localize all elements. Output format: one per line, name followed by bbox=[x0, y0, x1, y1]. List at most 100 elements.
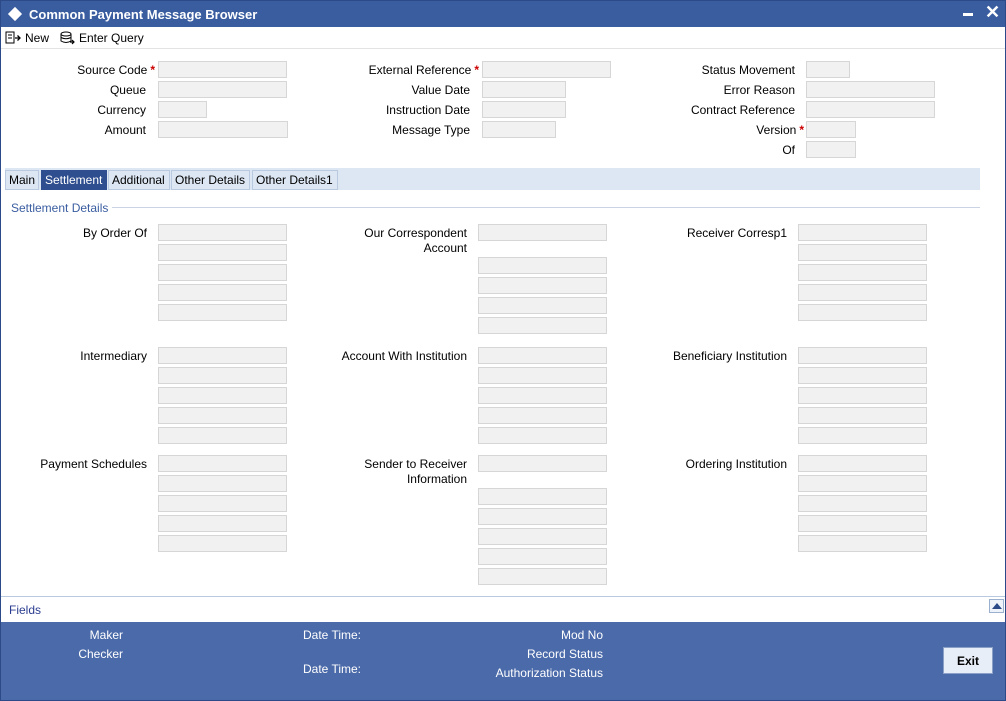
required-mark: * bbox=[799, 123, 804, 137]
enter-query-button[interactable]: Enter Query bbox=[59, 29, 144, 47]
receiver-corresp1-label: Receiver Corresp1 bbox=[686, 226, 787, 240]
of-label: Of bbox=[782, 143, 795, 157]
version-field[interactable] bbox=[806, 121, 856, 138]
payment-schedules-field-4[interactable] bbox=[158, 515, 287, 532]
our-correspondent-field-1[interactable] bbox=[478, 224, 607, 241]
ordering-institution-field-3[interactable] bbox=[798, 495, 927, 512]
receiver-corresp1-field-3[interactable] bbox=[798, 264, 927, 281]
message-type-field[interactable] bbox=[482, 121, 556, 138]
intermediary-field-5[interactable] bbox=[158, 427, 287, 444]
tab-main[interactable]: Main bbox=[5, 170, 39, 190]
tab-other-details[interactable]: Other Details bbox=[171, 170, 250, 190]
message-type-label: Message Type bbox=[392, 123, 470, 137]
contract-reference-field[interactable] bbox=[806, 101, 935, 118]
external-reference-field[interactable] bbox=[482, 61, 611, 78]
settlement-details-title: Settlement Details bbox=[11, 201, 113, 215]
payment-schedules-field-5[interactable] bbox=[158, 535, 287, 552]
sender-to-receiver-field-6[interactable] bbox=[478, 568, 607, 585]
authorization-status-label: Authorization Status bbox=[495, 666, 603, 680]
sender-to-receiver-field-1[interactable] bbox=[478, 455, 607, 472]
payment-schedules-field-1[interactable] bbox=[158, 455, 287, 472]
mod-no-label: Mod No bbox=[560, 628, 603, 642]
our-correspondent-field-4[interactable] bbox=[478, 297, 607, 314]
account-with-institution-field-4[interactable] bbox=[478, 407, 607, 424]
by-order-of-field-1[interactable] bbox=[158, 224, 287, 241]
new-button[interactable]: New bbox=[5, 29, 49, 47]
source-code-text: Source Code bbox=[77, 63, 148, 77]
toolbar: New Enter Query bbox=[1, 27, 1005, 49]
exit-button[interactable]: Exit bbox=[943, 647, 993, 674]
ordering-institution-label: Ordering Institution bbox=[685, 457, 787, 471]
account-with-institution-field-5[interactable] bbox=[478, 427, 607, 444]
sender-to-receiver-field-3[interactable] bbox=[478, 508, 607, 525]
beneficiary-institution-field-5[interactable] bbox=[798, 427, 927, 444]
fields-bar: Fields bbox=[1, 596, 1005, 622]
section-divider bbox=[11, 207, 980, 208]
our-correspondent-field-3[interactable] bbox=[478, 277, 607, 294]
instruction-date-field[interactable] bbox=[482, 101, 566, 118]
tab-settlement[interactable]: Settlement bbox=[41, 170, 107, 190]
by-order-of-label: By Order Of bbox=[82, 226, 147, 240]
tab-additional[interactable]: Additional bbox=[108, 170, 170, 190]
tab-other-details1[interactable]: Other Details1 bbox=[252, 170, 338, 190]
by-order-of-field-3[interactable] bbox=[158, 264, 287, 281]
queue-label: Queue bbox=[109, 83, 146, 97]
by-order-of-field-4[interactable] bbox=[158, 284, 287, 301]
account-with-institution-field-1[interactable] bbox=[478, 347, 607, 364]
sender-to-receiver-line2: Information bbox=[406, 472, 467, 486]
intermediary-field-1[interactable] bbox=[158, 347, 287, 364]
intermediary-field-2[interactable] bbox=[158, 367, 287, 384]
ordering-institution-field-2[interactable] bbox=[798, 475, 927, 492]
maker-label: Maker bbox=[89, 628, 123, 642]
by-order-of-field-5[interactable] bbox=[158, 304, 287, 321]
source-code-field[interactable] bbox=[158, 61, 287, 78]
receiver-corresp1-field-4[interactable] bbox=[798, 284, 927, 301]
window-title: Common Payment Message Browser bbox=[29, 7, 258, 22]
queue-field[interactable] bbox=[158, 81, 287, 98]
enter-query-icon bbox=[60, 31, 75, 45]
beneficiary-institution-field-3[interactable] bbox=[798, 387, 927, 404]
beneficiary-institution-field-1[interactable] bbox=[798, 347, 927, 364]
close-icon[interactable]: ✕ bbox=[985, 2, 1000, 22]
intermediary-label: Intermediary bbox=[80, 349, 147, 363]
receiver-corresp1-field-5[interactable] bbox=[798, 304, 927, 321]
sender-to-receiver-field-2[interactable] bbox=[478, 488, 607, 505]
value-date-field[interactable] bbox=[482, 81, 566, 98]
receiver-corresp1-field-1[interactable] bbox=[798, 224, 927, 241]
sender-to-receiver-label: Sender to Receiver Information bbox=[331, 457, 467, 486]
status-movement-field[interactable] bbox=[806, 61, 850, 78]
account-with-institution-field-3[interactable] bbox=[478, 387, 607, 404]
minimize-icon[interactable] bbox=[963, 13, 973, 16]
sender-to-receiver-field-4[interactable] bbox=[478, 528, 607, 545]
account-with-institution-field-2[interactable] bbox=[478, 367, 607, 384]
ordering-institution-field-5[interactable] bbox=[798, 535, 927, 552]
our-correspondent-line2: Account bbox=[423, 241, 467, 255]
payment-schedules-field-3[interactable] bbox=[158, 495, 287, 512]
of-field[interactable] bbox=[806, 141, 856, 158]
amount-label: Amount bbox=[104, 123, 146, 137]
amount-field[interactable] bbox=[158, 121, 288, 138]
intermediary-field-4[interactable] bbox=[158, 407, 287, 424]
beneficiary-institution-label: Beneficiary Institution bbox=[672, 349, 787, 363]
intermediary-field-3[interactable] bbox=[158, 387, 287, 404]
currency-field[interactable] bbox=[158, 101, 207, 118]
receiver-corresp1-field-2[interactable] bbox=[798, 244, 927, 261]
our-correspondent-field-5[interactable] bbox=[478, 317, 607, 334]
currency-label: Currency bbox=[97, 103, 146, 117]
new-icon bbox=[5, 31, 21, 44]
account-with-institution-label: Account With Institution bbox=[341, 349, 467, 363]
collapse-up-icon[interactable] bbox=[989, 599, 1004, 613]
fields-link[interactable]: Fields bbox=[9, 603, 41, 617]
ordering-institution-field-4[interactable] bbox=[798, 515, 927, 532]
by-order-of-field-2[interactable] bbox=[158, 244, 287, 261]
required-mark: * bbox=[474, 63, 479, 77]
beneficiary-institution-field-2[interactable] bbox=[798, 367, 927, 384]
our-correspondent-field-2[interactable] bbox=[478, 257, 607, 274]
sender-to-receiver-line1: Sender to Receiver bbox=[364, 457, 467, 471]
ordering-institution-field-1[interactable] bbox=[798, 455, 927, 472]
sender-to-receiver-field-5[interactable] bbox=[478, 548, 607, 565]
beneficiary-institution-field-4[interactable] bbox=[798, 407, 927, 424]
payment-schedules-field-2[interactable] bbox=[158, 475, 287, 492]
error-reason-field[interactable] bbox=[806, 81, 935, 98]
maker-date-time-label: Date Time: bbox=[303, 628, 362, 642]
